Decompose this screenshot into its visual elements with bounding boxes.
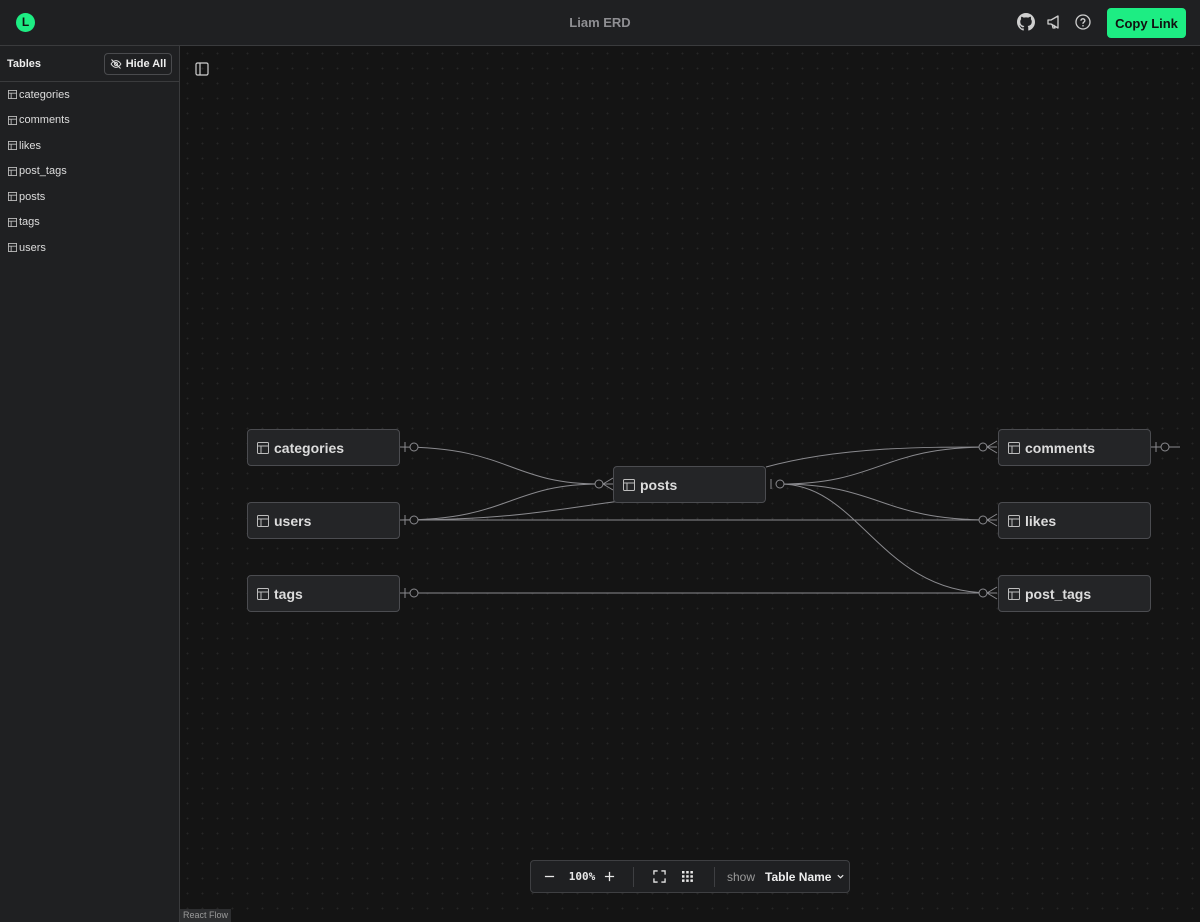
node-tags[interactable]: tags: [247, 575, 400, 612]
hide-all-button[interactable]: Hide All: [104, 53, 172, 75]
node-categories[interactable]: categories: [247, 429, 400, 466]
table-icon: [1008, 587, 1020, 600]
github-icon[interactable]: [1017, 13, 1035, 31]
sidebar-item-categories[interactable]: categories: [0, 82, 179, 108]
sidebar-item-label: likes: [19, 139, 42, 152]
table-icon: [8, 166, 17, 176]
sidebar-header: Tables Hide All: [0, 46, 179, 82]
edge-users-posts: [399, 483, 601, 521]
edge-posts-comments-2: [779, 446, 991, 485]
divider: [714, 866, 715, 887]
node-label: posts: [640, 476, 678, 493]
tidy-up-button[interactable]: [672, 870, 702, 883]
node-post-tags[interactable]: post_tags: [998, 575, 1151, 612]
sidebar: Tables Hide All categories comments like…: [0, 46, 180, 922]
node-label: categories: [274, 439, 345, 456]
edge-posts-comments: [765, 446, 991, 468]
sidebar-item-label: tags: [19, 216, 40, 229]
plus-icon: [604, 871, 614, 882]
node-label: likes: [1025, 512, 1057, 529]
table-icon: [8, 90, 17, 100]
node-label: post_tags: [1025, 585, 1092, 602]
minus-icon: [544, 875, 554, 878]
table-icon: [1008, 441, 1020, 454]
table-icon: [257, 587, 269, 600]
sidebar-item-label: categories: [19, 88, 70, 101]
copy-link-button[interactable]: Copy Link: [1107, 8, 1186, 38]
table-icon: [8, 192, 17, 202]
hide-all-label: Hide All: [125, 58, 167, 70]
edge-categories-posts: [399, 446, 601, 485]
table-icon: [8, 115, 17, 125]
canvas-toolbar: 100% show Table Name: [530, 860, 850, 893]
table-icon: [257, 514, 269, 527]
node-label: tags: [274, 585, 303, 602]
node-likes[interactable]: likes: [998, 502, 1151, 539]
zoom-in-button[interactable]: [597, 871, 621, 882]
zoom-level: 100%: [568, 870, 596, 883]
divider: [633, 866, 634, 887]
sidebar-item-post-tags[interactable]: post_tags: [0, 159, 179, 185]
table-icon: [1008, 514, 1020, 527]
help-icon[interactable]: [1074, 13, 1092, 31]
edge-posts-likes: [779, 483, 991, 521]
edge-posts-post-tags: [779, 483, 991, 594]
sidebar-item-comments[interactable]: comments: [0, 108, 179, 134]
table-icon: [8, 217, 17, 227]
sidebar-item-tags[interactable]: tags: [0, 210, 179, 236]
edge-users-posts-2: [399, 500, 621, 521]
table-icon: [8, 243, 17, 253]
show-mode-value: Table Name: [765, 869, 832, 884]
sidebar-item-label: post_tags: [19, 165, 67, 178]
top-bar: L Liam ERD Copy Link: [0, 0, 1200, 46]
show-label: show: [727, 869, 756, 884]
node-label: comments: [1025, 439, 1096, 456]
erd-canvas[interactable]: categories users tags posts comments lik…: [180, 46, 1200, 922]
node-label: users: [274, 512, 312, 529]
sidebar-item-label: users: [19, 241, 46, 254]
eye-off-icon: [110, 59, 122, 69]
zoom-out-button[interactable]: [531, 871, 567, 882]
many-marker: [594, 479, 604, 489]
chevron-down-icon: [837, 874, 845, 879]
node-posts[interactable]: posts: [613, 466, 766, 503]
sidebar-item-likes[interactable]: likes: [0, 133, 179, 159]
zero-marker: [409, 442, 419, 452]
node-comments[interactable]: comments: [998, 429, 1151, 466]
table-icon: [623, 478, 635, 491]
fullscreen-icon: [652, 870, 666, 883]
megaphone-icon[interactable]: [1046, 13, 1064, 31]
sidebar-title: Tables: [7, 58, 42, 70]
table-icon: [8, 141, 17, 151]
sidebar-item-posts[interactable]: posts: [0, 184, 179, 210]
table-list: categories comments likes post_tags post…: [0, 82, 179, 261]
fit-view-button[interactable]: [646, 870, 672, 883]
sidebar-item-label: comments: [19, 114, 70, 127]
sidebar-item-users[interactable]: users: [0, 235, 179, 261]
react-flow-attribution[interactable]: React Flow: [180, 909, 232, 922]
table-icon: [257, 441, 269, 454]
grid-dots-icon: [681, 871, 693, 882]
node-users[interactable]: users: [247, 502, 400, 539]
show-mode-select[interactable]: Table Name: [765, 870, 845, 884]
sidebar-item-label: posts: [19, 190, 46, 203]
